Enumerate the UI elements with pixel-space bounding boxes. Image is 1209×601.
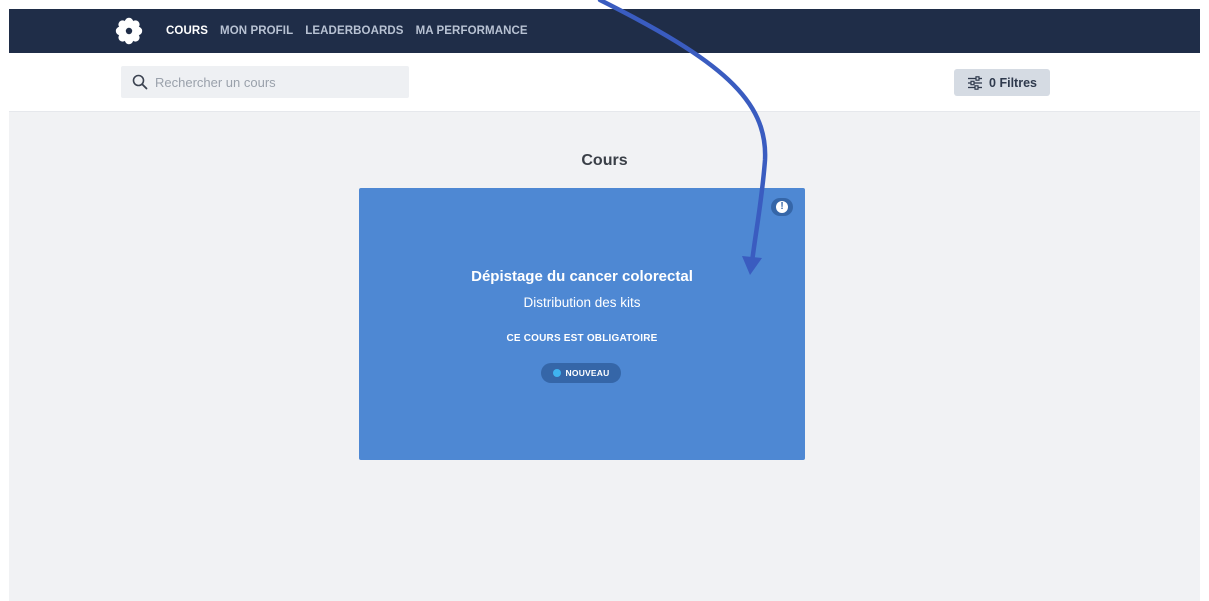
- mandatory-label: CE COURS EST OBLIGATOIRE: [506, 333, 658, 344]
- flower-logo-icon[interactable]: [115, 17, 143, 45]
- filters-button[interactable]: 0 Filtres: [954, 69, 1050, 96]
- nav-menu: COURS MON PROFIL LEADERBOARDS MA PERFORM…: [166, 9, 540, 53]
- course-title: Dépistage du cancer colorectal: [471, 268, 693, 285]
- search-toolbar: 0 Filtres: [9, 53, 1200, 112]
- search-icon: [129, 71, 151, 93]
- badge-label: NOUVEAU: [565, 368, 610, 378]
- exclamation-mark: !: [776, 201, 788, 213]
- nav-mon-profil[interactable]: MON PROFIL: [220, 25, 293, 37]
- filters-label: 0 Filtres: [989, 75, 1037, 90]
- course-card[interactable]: ! Dépistage du cancer colorectal Distrib…: [359, 188, 805, 460]
- search-input[interactable]: [151, 74, 399, 90]
- new-badge: NOUVEAU: [541, 363, 621, 383]
- sliders-icon: [967, 75, 983, 91]
- app-frame: COURS MON PROFIL LEADERBOARDS MA PERFORM…: [9, 9, 1200, 601]
- exclamation-icon[interactable]: !: [771, 198, 793, 216]
- nav-leaderboards[interactable]: LEADERBOARDS: [305, 25, 403, 37]
- nav-ma-performance[interactable]: MA PERFORMANCE: [416, 25, 528, 37]
- course-subtitle: Distribution des kits: [523, 295, 641, 310]
- top-navbar: COURS MON PROFIL LEADERBOARDS MA PERFORM…: [9, 9, 1200, 53]
- section-title: Cours: [581, 152, 628, 169]
- search-box[interactable]: [121, 66, 409, 98]
- badge-dot-icon: [552, 369, 561, 377]
- nav-cours[interactable]: COURS: [166, 25, 208, 37]
